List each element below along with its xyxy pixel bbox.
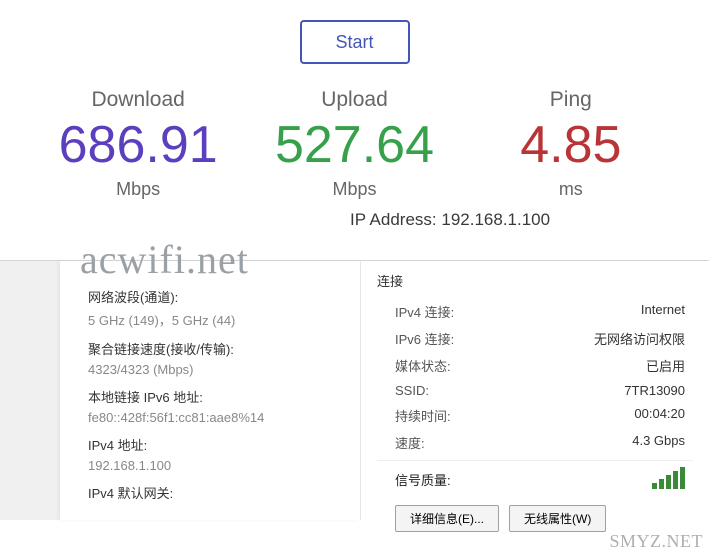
speed-key: 速度: [395, 433, 425, 452]
ssid-row: SSID: 7TR13090 [377, 379, 693, 402]
upload-value: 527.64 [246, 118, 462, 173]
duration-key: 持续时间: [395, 406, 451, 425]
signal-quality-row: 信号质量: [377, 460, 693, 495]
ipv6-conn-key: IPv6 连接: [395, 329, 454, 348]
metrics-row: Download 686.91 Mbps Upload 527.64 Mbps … [30, 88, 679, 200]
ip-label: IP Address: [350, 210, 437, 229]
connection-status-pane: 连接 IPv4 连接: Internet IPv6 连接: 无网络访问权限 媒体… [360, 261, 709, 520]
download-unit: Mbps [30, 179, 246, 200]
ipv4-conn-key: IPv4 连接: [395, 302, 454, 321]
ssid-value: 7TR13090 [624, 383, 685, 398]
media-state-row: 媒体状态: 已启用 [377, 352, 693, 379]
upload-unit: Mbps [246, 179, 462, 200]
aggregate-speed-value: 4323/4323 (Mbps) [88, 362, 348, 377]
ipv6-conn-value: 无网络访问权限 [594, 329, 685, 348]
metric-ping: Ping 4.85 ms [463, 88, 679, 200]
duration-row: 持续时间: 00:04:20 [377, 402, 693, 429]
metric-upload: Upload 527.64 Mbps [246, 88, 462, 200]
ip-value: 192.168.1.100 [441, 210, 550, 229]
aggregate-speed-label: 聚合链接速度(接收/传输): [88, 339, 348, 358]
band-value: 5 GHz (149)，5 GHz (44) [88, 310, 348, 329]
ipv6-conn-row: IPv6 连接: 无网络访问权限 [377, 325, 693, 352]
speed-row: 速度: 4.3 Gbps [377, 429, 693, 456]
media-state-value: 已启用 [646, 356, 685, 375]
ipv4-address-value: 192.168.1.100 [88, 458, 348, 473]
ipv4-gateway-label: IPv4 默认网关: [88, 483, 348, 502]
band-label: 网络波段(通道): [88, 287, 348, 306]
download-value: 686.91 [30, 118, 246, 173]
wireless-properties-button[interactable]: 无线属性(W) [509, 505, 606, 532]
media-state-key: 媒体状态: [395, 356, 451, 375]
adapter-details-pane: 网络波段(通道): 5 GHz (149)，5 GHz (44) 聚合链接速度(… [60, 261, 360, 520]
speed-value: 4.3 Gbps [632, 433, 685, 452]
duration-value: 00:04:20 [634, 406, 685, 425]
start-button[interactable]: Start [300, 20, 410, 64]
footer-watermark: SMYZ.NET [610, 531, 704, 552]
ipv4-address-label: IPv4 地址: [88, 435, 348, 454]
details-section: 网络波段(通道): 5 GHz (149)，5 GHz (44) 聚合链接速度(… [0, 260, 709, 520]
connection-title: 连接 [377, 271, 693, 290]
ping-unit: ms [463, 179, 679, 200]
upload-label: Upload [246, 88, 462, 112]
linklocal-ipv6-label: 本地链接 IPv6 地址: [88, 387, 348, 406]
ping-value: 4.85 [463, 118, 679, 173]
ipv4-conn-row: IPv4 连接: Internet [377, 298, 693, 325]
metric-download: Download 686.91 Mbps [30, 88, 246, 200]
details-button[interactable]: 详细信息(E)... [395, 505, 499, 532]
ping-label: Ping [463, 88, 679, 112]
ip-address-row: IP Address: 192.168.1.100 [30, 210, 679, 230]
signal-quality-label: 信号质量: [395, 470, 451, 489]
download-label: Download [30, 88, 246, 112]
signal-bars-icon [652, 467, 685, 489]
ssid-key: SSID: [395, 383, 429, 398]
linklocal-ipv6-value: fe80::428f:56f1:cc81:aae8%14 [88, 410, 348, 425]
ipv4-conn-value: Internet [641, 302, 685, 321]
